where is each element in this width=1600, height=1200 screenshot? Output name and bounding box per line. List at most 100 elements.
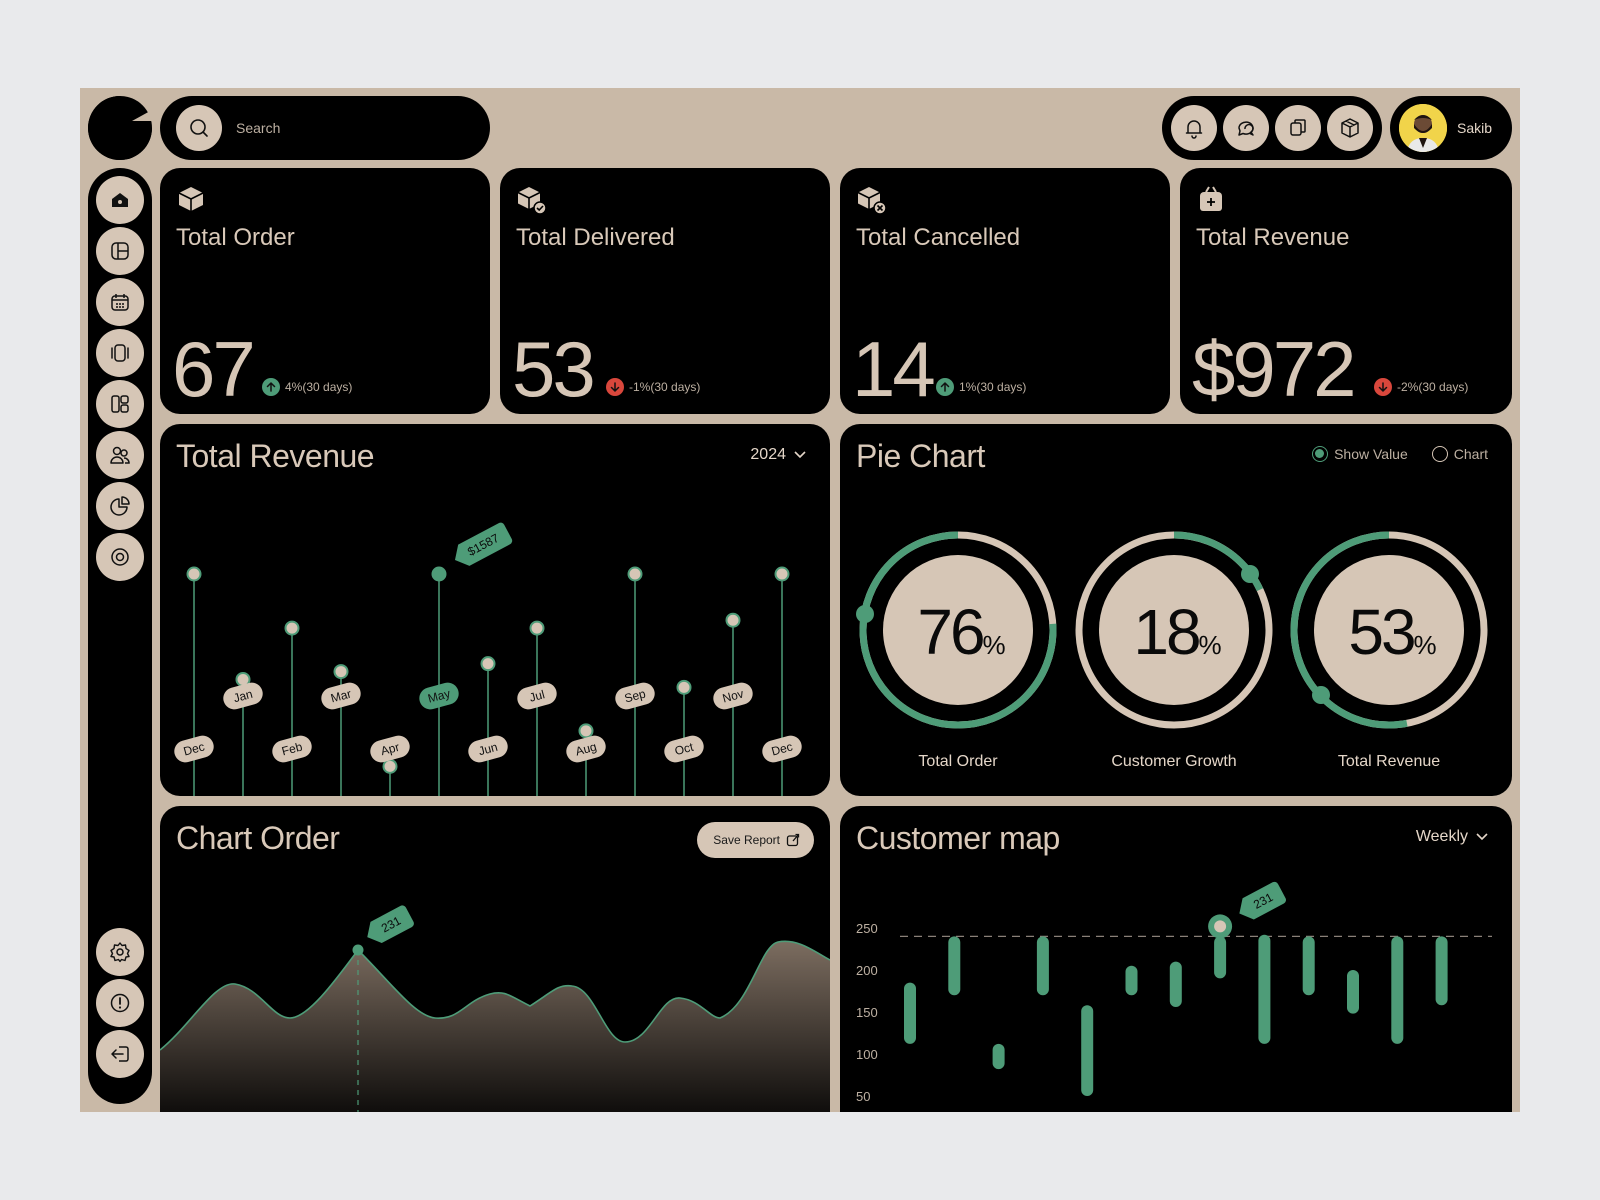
- month-pill: Dec: [762, 735, 802, 763]
- pie-card: Pie Chart Show Value Chart 76% Total Orde…: [840, 424, 1512, 796]
- ring-label: Total Revenue: [1338, 753, 1440, 770]
- bar: [904, 982, 916, 1044]
- carousel-icon[interactable]: [96, 329, 144, 377]
- revenue-card: Total Revenue 2024 Dec Jan Feb Mar Apr May $15…: [160, 424, 830, 796]
- peak-tag: 231: [367, 905, 414, 944]
- bar: [1435, 936, 1448, 1006]
- stat-change: -2%(30 days): [1374, 378, 1468, 396]
- search-icon[interactable]: [176, 105, 222, 151]
- month-pill: Mar: [321, 682, 361, 710]
- data-point: [382, 758, 398, 774]
- arrow-up-icon: [936, 378, 954, 396]
- user-name: Sakib: [1457, 120, 1493, 136]
- y-tick-label: 50: [856, 1089, 870, 1104]
- month-pill: Sep: [615, 682, 655, 710]
- search-bar[interactable]: Search: [160, 96, 490, 160]
- box-icon[interactable]: [1327, 105, 1373, 151]
- stat-title: Total Delivered: [516, 224, 675, 251]
- bar: [1169, 961, 1182, 1007]
- avatar[interactable]: [1399, 104, 1447, 152]
- value-tag: $1587: [454, 522, 513, 566]
- peak-point: [352, 944, 364, 956]
- stat-card-total-cancelled: Total Cancelled 14 1%(30 days): [840, 168, 1170, 414]
- y-tick-label: 100: [856, 1047, 878, 1062]
- bar: [948, 936, 961, 996]
- home-icon[interactable]: [96, 176, 144, 224]
- bar: [1302, 936, 1315, 996]
- bar: [1214, 936, 1227, 979]
- area-fill: [160, 941, 830, 1112]
- y-tick-label: 250: [856, 921, 878, 936]
- peak-tag: 231: [1239, 881, 1286, 920]
- save-report-button[interactable]: Save Report: [697, 822, 814, 858]
- y-tick-label: 150: [856, 1005, 878, 1020]
- export-icon: [786, 833, 800, 847]
- box-check-icon: [516, 184, 548, 221]
- bag-icon: [1196, 184, 1226, 219]
- stat-change: -1%(30 days): [606, 378, 700, 396]
- bar: [1081, 1005, 1094, 1096]
- ring-unit: %: [1198, 630, 1221, 660]
- ring-value: 18: [1133, 596, 1199, 668]
- stat-change: 1%(30 days): [936, 378, 1026, 396]
- stat-change-text: -2%(30 days): [1397, 380, 1469, 394]
- stat-value: $972: [1192, 325, 1357, 413]
- stat-change-text: 1%(30 days): [959, 380, 1027, 394]
- bar: [1036, 936, 1049, 996]
- users-icon[interactable]: [96, 431, 144, 479]
- month-pill: Aug: [566, 735, 606, 763]
- stat-card-total-revenue: Total Revenue $972 -2%(30 days): [1180, 168, 1512, 414]
- stat-value: 67: [172, 325, 256, 413]
- month-pill: Oct: [664, 735, 704, 763]
- stat-value: 14: [852, 325, 936, 413]
- data-point: [774, 566, 790, 582]
- chart-order-card: 231 Chart Order Save Report: [160, 806, 830, 1112]
- bell-icon[interactable]: [1171, 105, 1217, 151]
- pie-icon[interactable]: [96, 482, 144, 530]
- data-point: [725, 612, 741, 628]
- sidebar: [88, 168, 152, 1104]
- search-input[interactable]: Search: [236, 120, 280, 136]
- data-point: [186, 566, 202, 582]
- chat-icon[interactable]: [1223, 105, 1269, 151]
- ring-knob: [1241, 565, 1259, 583]
- arrow-up-icon: [262, 378, 280, 396]
- month-pill: Jul: [517, 682, 557, 710]
- customer-map-card: Customer map Weekly 50 100 150 200 250 231: [840, 806, 1512, 1112]
- logout-icon[interactable]: [96, 1030, 144, 1078]
- stat-value: 53: [512, 325, 596, 413]
- ring-value: 53: [1348, 596, 1414, 668]
- arrow-down-icon: [606, 378, 624, 396]
- stat-change-text: 4%(30 days): [285, 380, 353, 394]
- target-icon[interactable]: [96, 533, 144, 581]
- data-point: [480, 656, 496, 672]
- arrow-down-icon: [1374, 378, 1392, 396]
- calendar-icon[interactable]: [96, 278, 144, 326]
- save-report-label: Save Report: [713, 833, 780, 847]
- info-icon[interactable]: [96, 979, 144, 1027]
- settings-icon[interactable]: [96, 928, 144, 976]
- customer-bar-chart: 50 100 150 200 250 231: [856, 881, 1492, 1104]
- month-pill: Feb: [272, 735, 312, 763]
- stat-title: Total Order: [176, 224, 295, 251]
- ring-value: 76: [917, 596, 983, 668]
- data-point: [284, 620, 300, 636]
- copy-icon[interactable]: [1275, 105, 1321, 151]
- card-title: Chart Order: [176, 820, 340, 856]
- month-pill: May: [419, 682, 459, 710]
- stat-title: Total Cancelled: [856, 224, 1021, 251]
- bar: [1125, 965, 1138, 996]
- bar: [1391, 936, 1404, 1044]
- layout-icon[interactable]: [96, 227, 144, 275]
- revenue-chart: Dec Jan Feb Mar Apr May $1587 Jun Jul Aug Sep Oct No…: [174, 522, 802, 796]
- month-pill: Apr: [370, 735, 410, 763]
- bar: [992, 1043, 1005, 1070]
- ring-knob: [1312, 686, 1330, 704]
- bar: [1258, 934, 1271, 1044]
- user-profile[interactable]: Sakib: [1390, 96, 1512, 160]
- logo[interactable]: [88, 96, 152, 160]
- ring-label: Total Order: [918, 753, 998, 770]
- month-pill: Dec: [174, 735, 214, 763]
- grid-icon[interactable]: [96, 380, 144, 428]
- data-point: [627, 566, 643, 582]
